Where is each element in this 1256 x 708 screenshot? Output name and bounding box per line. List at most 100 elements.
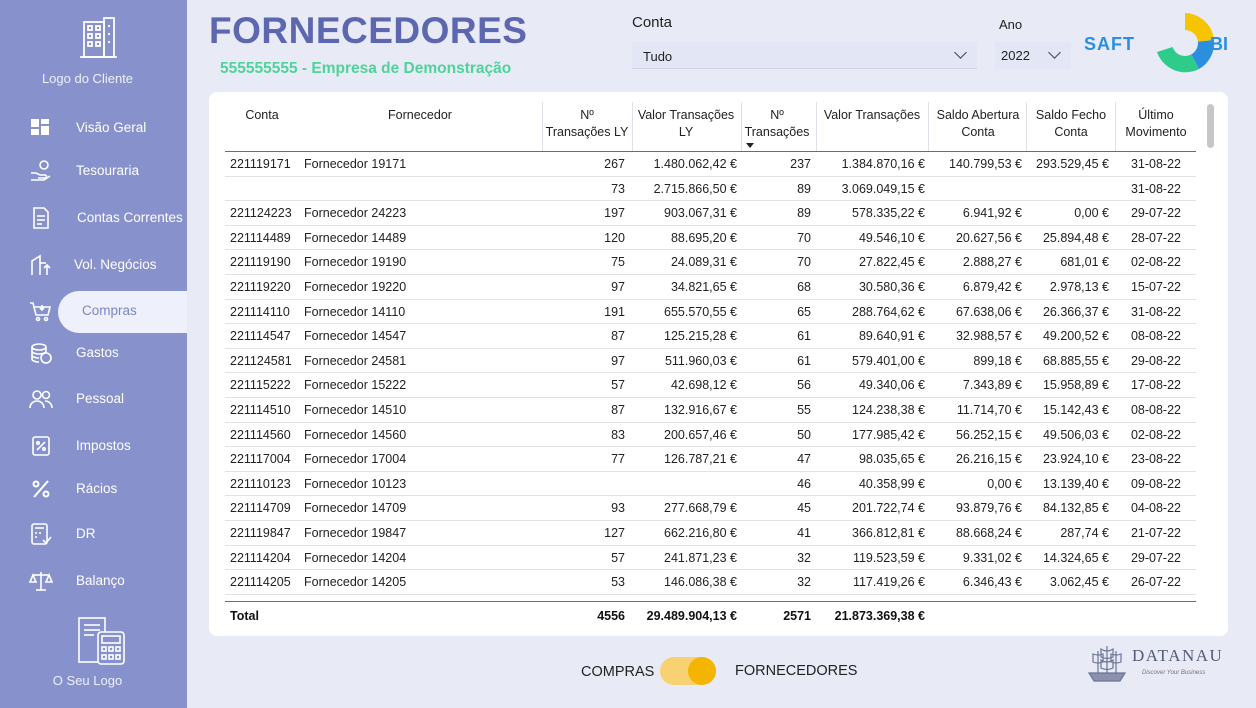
scale-icon [29, 572, 53, 591]
sidebar-item-label: Vol. Negócios [74, 257, 157, 272]
cell-ultimo-movimento: 29-07-22 [1130, 206, 1181, 221]
table-row[interactable]: 221114489 Fornecedor 14489 120 88.695,20 € 7… [225, 226, 1196, 251]
conta-filter-dropdown[interactable]: Tudo [632, 42, 977, 69]
cell-fornecedor: Fornecedor 14560 [304, 427, 407, 442]
cell-ultimo-movimento: 29-07-22 [1130, 550, 1181, 565]
compras-fornecedores-toggle[interactable] [660, 657, 716, 685]
column-header-vt[interactable]: Valor Transações [818, 107, 926, 124]
cell-ultimo-movimento: 26-07-22 [1130, 575, 1181, 590]
header-text: Valor Transações [823, 108, 921, 122]
cell-nt: 47 [797, 452, 811, 467]
table-row[interactable]: 221115222 Fornecedor 15222 57 42.698,12 € 56… [225, 373, 1196, 398]
sidebar-item-dr[interactable]: DR [0, 514, 187, 554]
table-row[interactable]: 221114205 Fornecedor 14205 53 146.086,38 € 3… [225, 570, 1196, 595]
cell-nt-ly: 93 [611, 501, 625, 516]
sort-desc-icon[interactable] [746, 143, 754, 148]
column-header-fornecedor[interactable]: Fornecedor [303, 107, 537, 124]
cell-vt-ly: 88.695,20 € [670, 230, 737, 245]
cell-saldo-abertura: 26.216,15 € [955, 452, 1022, 467]
table-row[interactable]: 221124223 Fornecedor 24223 197 903.067,31 €… [225, 201, 1196, 226]
cell-nt: 68 [797, 279, 811, 294]
total-nt: 2571 [783, 609, 811, 623]
cell-conta: 221124223 [230, 206, 292, 221]
page-title: FORNECEDORES [209, 10, 528, 51]
sidebar-item-label: Visão Geral [76, 120, 147, 135]
cell-fornecedor: Fornecedor 19220 [304, 279, 407, 294]
table-row[interactable]: 221114709 Fornecedor 14709 93 277.668,79 € 4… [225, 496, 1196, 521]
cell-vt-ly: 511.960,03 € [664, 353, 737, 368]
table-row[interactable]: 221119171 Fornecedor 19171 267 1.480.062,42… [225, 152, 1196, 177]
table-row[interactable]: 221114510 Fornecedor 14510 87 132.916,67 € 5… [225, 398, 1196, 423]
sidebar-item-label: DR [76, 526, 96, 541]
cell-vt: 177.985,42 € [852, 427, 925, 442]
column-header-saldo-fecho[interactable]: Saldo Fecho Conta [1027, 107, 1115, 141]
table-row[interactable]: 221114110 Fornecedor 14110 191 655.570,55 €… [225, 300, 1196, 325]
sidebar-item-compras[interactable]: Compras [0, 291, 187, 333]
table-row[interactable]: 221114547 Fornecedor 14547 87 125.215,28 € 6… [225, 324, 1196, 349]
table-row[interactable]: 221124581 Fornecedor 24581 97 511.960,03 € 6… [225, 349, 1196, 374]
table-row[interactable]: 221117004 Fornecedor 17004 77 126.787,21 € 4… [225, 447, 1196, 472]
cell-ultimo-movimento: 31-08-22 [1130, 304, 1181, 319]
cell-fornecedor: Fornecedor 24223 [304, 206, 407, 221]
column-header-conta[interactable]: Conta [225, 107, 299, 124]
sidebar-item-vol-negocios[interactable]: Vol. Negócios [0, 245, 187, 285]
sidebar-item-balanco[interactable]: Balanço [0, 561, 187, 601]
column-header-saldo-abertura[interactable]: Saldo Abertura Conta [930, 107, 1026, 141]
cell-nt: 45 [797, 501, 811, 516]
table-body: 221119171 Fornecedor 19171 267 1.480.062,42… [225, 152, 1196, 595]
sidebar-item-tesouraria[interactable]: Tesouraria [0, 151, 187, 191]
column-header-nt[interactable]: Nº Transações [742, 107, 812, 141]
cell-nt-ly: 197 [604, 206, 625, 221]
sidebar-item-visao-geral[interactable]: Visão Geral [0, 108, 187, 148]
sidebar-item-label: Compras [82, 303, 137, 318]
cell-vt: 117.419,26 € [852, 575, 925, 590]
table-row[interactable]: 221119847 Fornecedor 19847 127 662.216,80 €… [225, 521, 1196, 546]
cell-conta: 221119220 [230, 279, 291, 294]
sidebar-item-racios[interactable]: Rácios [0, 469, 187, 509]
cell-ultimo-movimento: 28-07-22 [1130, 230, 1181, 245]
table-row[interactable]: 221114204 Fornecedor 14204 57 241.871,23 € 3… [225, 546, 1196, 571]
toggle-label-fornecedores[interactable]: FORNECEDORES [735, 663, 857, 679]
cell-vt-ly: 132.916,67 € [664, 402, 737, 417]
percent-icon [32, 480, 50, 498]
vertical-scrollbar[interactable] [1207, 104, 1214, 148]
sidebar-item-impostos[interactable]: Impostos [0, 426, 187, 466]
cell-nt: 237 [790, 157, 811, 171]
table-row[interactable]: 221110123 Fornecedor 10123 46 40.358,99 € 0,… [225, 472, 1196, 497]
cell-saldo-fecho: 68.885,55 € [1042, 353, 1109, 368]
datanau-tagline: Discover Your Business [1142, 670, 1206, 676]
cell-nt: 70 [797, 230, 811, 245]
cell-ultimo-movimento: 23-08-22 [1130, 452, 1181, 467]
sidebar-item-pessoal[interactable]: Pessoal [0, 379, 187, 419]
column-header-vt-ly[interactable]: Valor Transações LY [632, 107, 740, 141]
cell-nt-ly: 87 [611, 329, 625, 344]
cell-conta: 221114547 [230, 329, 291, 344]
cell-fornecedor: Fornecedor 19190 [304, 255, 407, 270]
column-header-ultimo-movimento[interactable]: Último Movimento [1117, 107, 1195, 141]
cell-vt: 27.822,45 € [858, 255, 925, 270]
cell-nt-ly: 73 [611, 181, 625, 196]
cell-vt: 119.523,59 € [852, 550, 925, 565]
cell-vt-ly: 1.480.062,42 € [653, 157, 737, 171]
column-header-nt-ly[interactable]: Nº Transações LY [542, 107, 632, 141]
table-row[interactable]: 221119190 Fornecedor 19190 75 24.089,31 € 70… [225, 250, 1196, 275]
cell-vt: 89.640,91 € [858, 329, 925, 344]
sidebar-item-label: Impostos [76, 438, 131, 453]
table-row[interactable]: 221119220 Fornecedor 19220 97 34.821,65 € 68… [225, 275, 1196, 300]
your-logo-label: O Seu Logo [52, 673, 123, 688]
sidebar-item-gastos[interactable]: Gastos [0, 333, 187, 373]
cell-nt: 56 [797, 378, 811, 393]
cell-saldo-abertura: 6.941,92 € [962, 206, 1022, 221]
sidebar-item-label: Rácios [76, 481, 118, 496]
cell-vt: 288.764,62 € [852, 304, 925, 319]
cell-saldo-abertura: 2.888,27 € [962, 255, 1022, 270]
sidebar-item-contas-correntes[interactable]: Contas Correntes [0, 198, 187, 238]
cell-vt-ly: 200.657,46 € [664, 427, 737, 442]
ano-filter-dropdown[interactable]: 2022 [995, 42, 1071, 69]
toggle-label-compras[interactable]: COMPRAS [581, 664, 654, 680]
table-row[interactable]: 221114560 Fornecedor 14560 83 200.657,46 € 5… [225, 423, 1196, 448]
header-text: Saldo Abertura [936, 108, 1020, 122]
cell-vt: 3.069.049,15 € [841, 181, 925, 196]
cell-nt-ly: 57 [611, 378, 625, 393]
table-row[interactable]: 73 2.715.866,50 € 89 3.069.049,15 € 31-08-22 [225, 177, 1196, 202]
